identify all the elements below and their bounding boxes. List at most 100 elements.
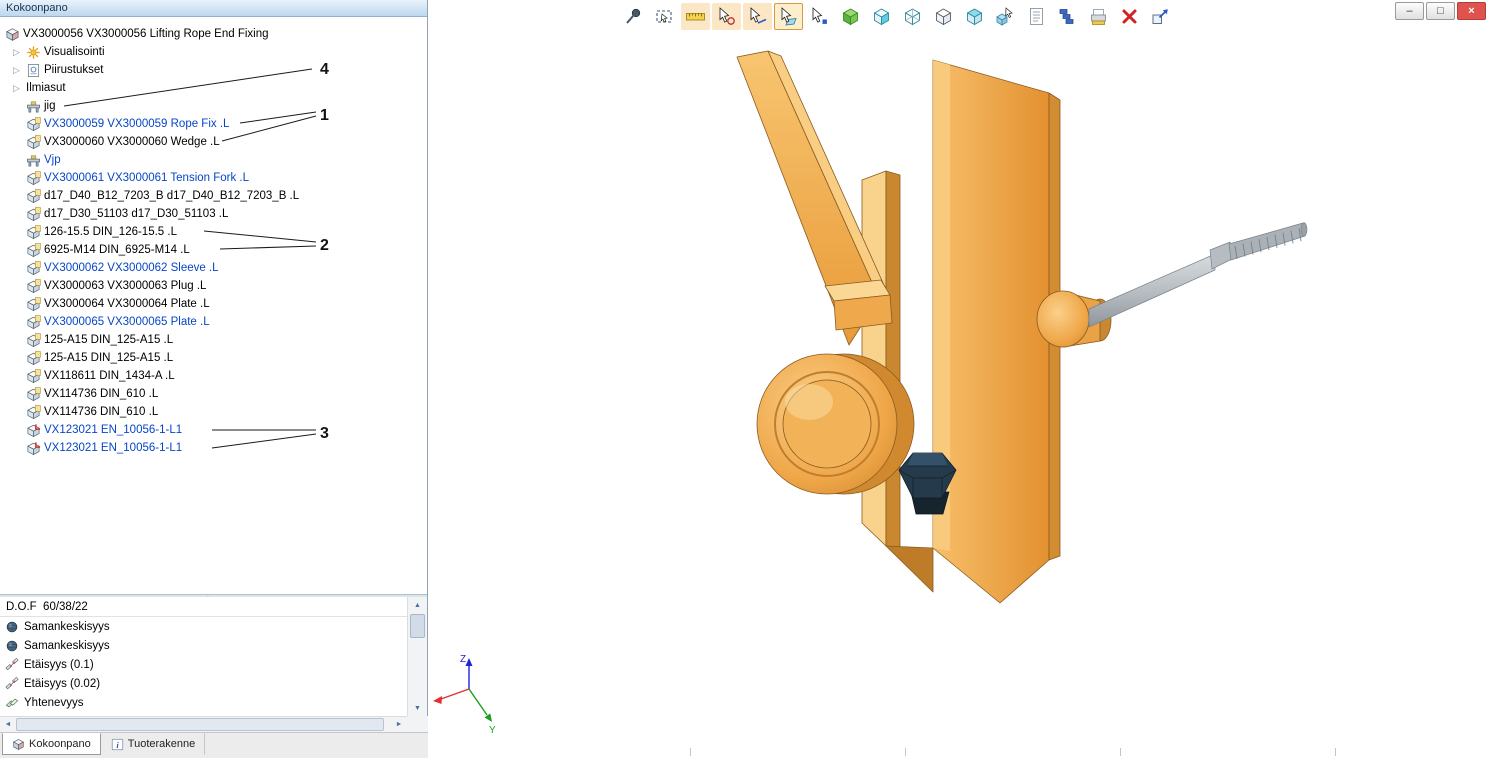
toolbar-measure-button[interactable]: [681, 3, 710, 30]
tree-item[interactable]: ▷ Ilmiasut: [0, 79, 427, 97]
expander-icon[interactable]: ▷: [13, 43, 26, 61]
face-highlight-icon: [871, 6, 892, 27]
tree-item[interactable]: 125-A15 DIN_125-A15 .L: [0, 349, 427, 367]
part-icon: [26, 117, 41, 132]
toolbar-fit-window-button[interactable]: [650, 3, 679, 30]
tree-item[interactable]: VX123021 EN_10056-1-L1: [0, 439, 427, 457]
constraint-item[interactable]: Yhtenevyys: [0, 693, 407, 712]
axis-label-z: Z: [460, 654, 466, 665]
tree-item[interactable]: 126-15.5 DIN_126-15.5 .L: [0, 223, 427, 241]
tree-item[interactable]: ▷ Piirustukset: [0, 61, 427, 79]
constraint-item[interactable]: Etäisyys (0.02): [0, 674, 407, 693]
vertical-scrollbar[interactable]: ▲ ▼: [407, 597, 427, 716]
tree-item[interactable]: Vjp: [0, 151, 427, 169]
tree-item-label: VX3000060 VX3000060 Wedge .L: [44, 136, 220, 148]
tree-item[interactable]: VX3000062 VX3000062 Sleeve .L: [0, 259, 427, 277]
toolbar-list-button[interactable]: [1022, 3, 1051, 30]
panel-tab-bar: Kokoonpano Tuoterakenne: [0, 732, 428, 758]
toolbar-shaded-box-button[interactable]: [960, 3, 989, 30]
tree-item[interactable]: VX114736 DIN_610 .L: [0, 403, 427, 421]
tree-root-item[interactable]: VX3000056 VX3000056 Lifting Rope End Fix…: [0, 25, 427, 43]
tree-item[interactable]: VX3000064 VX3000064 Plate .L: [0, 295, 427, 313]
tree-item[interactable]: jig: [0, 97, 427, 115]
tree-item[interactable]: VX123021 EN_10056-1-L1: [0, 421, 427, 439]
toolbar-hidden-line-box-button[interactable]: [929, 3, 958, 30]
toolbar-part-select-button[interactable]: [991, 3, 1020, 30]
application-window: Kokoonpano VX3000056 VX3000056 Lifting R…: [0, 0, 1492, 758]
status-divider: [1335, 748, 1336, 756]
tree-item-label: VX3000065 VX3000065 Plate .L: [44, 316, 210, 328]
sleeve-cylinder[interactable]: [757, 354, 914, 494]
fit-window-icon: [654, 6, 675, 27]
dof-header: D.O.F 60/38/22: [0, 597, 407, 617]
tree-item[interactable]: 6925-M14 DIN_6925-M14 .L: [0, 241, 427, 259]
toolbar-output-tray-button[interactable]: [1084, 3, 1113, 30]
tree-item-label: VX123021 EN_10056-1-L1: [44, 442, 182, 454]
axis-label-y: Y: [489, 725, 496, 736]
tree-item[interactable]: VX3000061 VX3000061 Tension Fork .L: [0, 169, 427, 187]
angle-bar[interactable]: [862, 60, 1060, 603]
constraint-label: Etäisyys (0.1): [24, 659, 94, 671]
constraint-item[interactable]: Etäisyys (0.1): [0, 655, 407, 674]
part-icon: [26, 279, 41, 294]
toolbar-face-select-button[interactable]: [774, 3, 803, 30]
horizontal-scroll-thumb[interactable]: [16, 718, 384, 731]
tree-item[interactable]: VX3000065 VX3000065 Plate .L: [0, 313, 427, 331]
toolbar-face-highlight-button[interactable]: [867, 3, 896, 30]
coincidence-icon: [5, 696, 19, 710]
scroll-up-icon[interactable]: ▲: [408, 597, 427, 613]
part-icon: [26, 207, 41, 222]
expander-icon[interactable]: ▷: [13, 79, 26, 97]
toolbar-point-select-button[interactable]: [805, 3, 834, 30]
tab-label: Tuoterakenne: [128, 738, 195, 750]
tree-item[interactable]: VX3000059 VX3000059 Rope Fix .L: [0, 115, 427, 133]
tree-item-label: 6925-M14 DIN_6925-M14 .L: [44, 244, 190, 256]
tree-item[interactable]: VX114736 DIN_610 .L: [0, 385, 427, 403]
tree-item[interactable]: VX118611 DIN_1434-A .L: [0, 367, 427, 385]
model-lifting-fixture[interactable]: Z Y: [429, 0, 1492, 758]
distance-icon: [5, 677, 19, 691]
panel-title[interactable]: Kokoonpano: [0, 0, 427, 17]
close-button[interactable]: ×: [1457, 2, 1486, 20]
3d-viewport[interactable]: Z Y: [429, 0, 1492, 758]
maximize-button[interactable]: □: [1426, 2, 1455, 20]
constraint-label: Yhtenevyys: [24, 697, 83, 709]
part-icon: [26, 171, 41, 186]
toolbar-wireframe-box-button[interactable]: [898, 3, 927, 30]
part-icon: [26, 333, 41, 348]
wireframe-box-icon: [902, 6, 923, 27]
toolbar-pin-button[interactable]: [619, 3, 648, 30]
hidden-line-box-icon: [933, 6, 954, 27]
toolbar-export-button[interactable]: [1146, 3, 1175, 30]
tree-item[interactable]: d17_D30_51103 d17_D30_51103 .L: [0, 205, 427, 223]
tab-tuoterakenne[interactable]: Tuoterakenne: [101, 733, 205, 755]
toolbar-box-create-button[interactable]: [836, 3, 865, 30]
tree-item-label: jig: [44, 100, 56, 112]
tree-item[interactable]: d17_D40_B12_7203_B d17_D40_B12_7203_B .L: [0, 187, 427, 205]
tree-item[interactable]: VX3000063 VX3000063 Plug .L: [0, 277, 427, 295]
tension-rod[interactable]: [1037, 223, 1307, 347]
constraint-item[interactable]: Samankeskisyys: [0, 636, 407, 655]
tree-item-label: VX114736 DIN_610 .L: [44, 406, 158, 418]
vertical-scroll-thumb[interactable]: [410, 614, 425, 638]
scroll-left-icon[interactable]: ◄: [0, 717, 16, 732]
constraint-item[interactable]: Samankeskisyys: [0, 617, 407, 636]
scroll-down-icon[interactable]: ▼: [408, 700, 427, 716]
scroll-right-icon[interactable]: ►: [391, 717, 407, 732]
tree-item-label: VX3000061 VX3000061 Tension Fork .L: [44, 172, 249, 184]
horizontal-scrollbar[interactable]: ◄ ►: [0, 716, 407, 732]
tree-item-label: Vjp: [44, 154, 61, 166]
toolbar-delete-button[interactable]: [1115, 3, 1144, 30]
tree-item[interactable]: 125-A15 DIN_125-A15 .L: [0, 331, 427, 349]
toolbar-structure-button[interactable]: [1053, 3, 1082, 30]
minimize-button[interactable]: –: [1395, 2, 1424, 20]
tree-item-label: VX3000064 VX3000064 Plate .L: [44, 298, 210, 310]
expander-icon[interactable]: ▷: [13, 61, 26, 79]
toolbar-snap-select-button[interactable]: [712, 3, 741, 30]
tree-item[interactable]: VX3000060 VX3000060 Wedge .L: [0, 133, 427, 151]
tree-item[interactable]: ▷ Visualisointi: [0, 43, 427, 61]
toolbar-edge-select-button[interactable]: [743, 3, 772, 30]
constraints-panel: D.O.F 60/38/22 Samankeskisyys Samankeski…: [0, 597, 407, 716]
part-select-icon: [995, 6, 1016, 27]
tab-kokoonpano[interactable]: Kokoonpano: [2, 733, 101, 755]
